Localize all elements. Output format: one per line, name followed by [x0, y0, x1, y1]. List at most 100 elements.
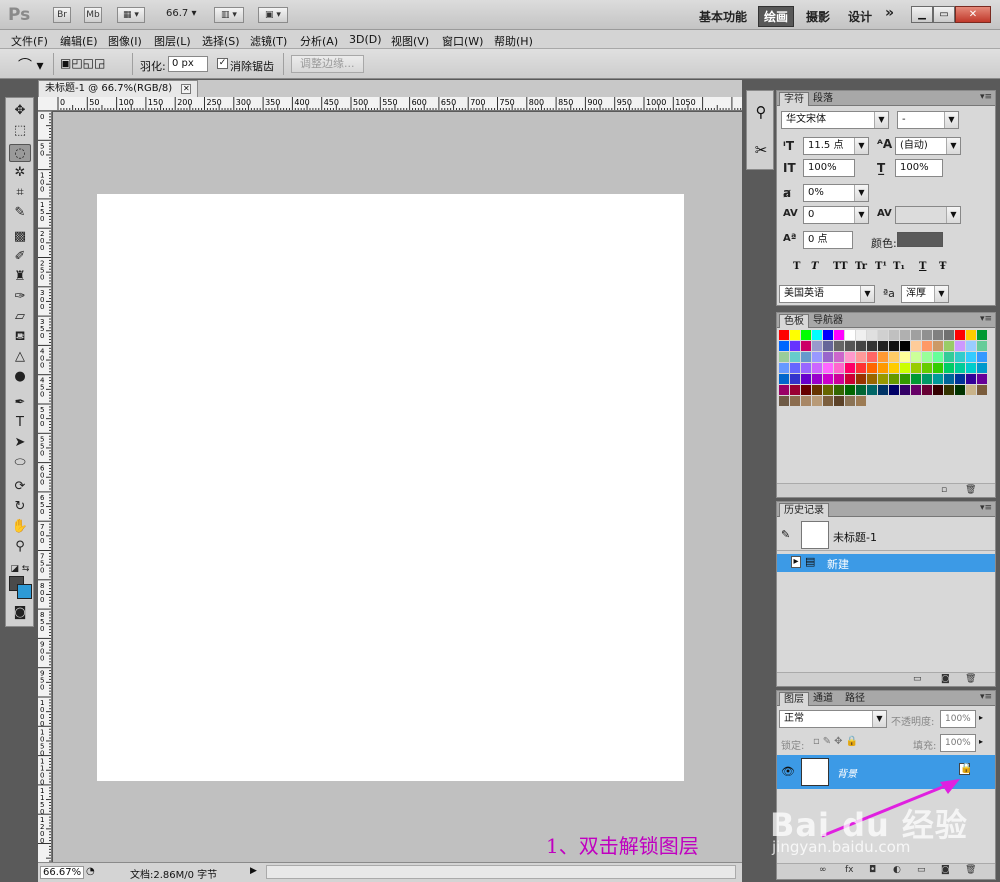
- color-swatch[interactable]: [779, 396, 789, 406]
- dodge-tool-icon[interactable]: ●: [9, 368, 31, 386]
- color-swatch[interactable]: [779, 330, 789, 340]
- color-swatch[interactable]: [812, 396, 822, 406]
- color-swatch[interactable]: [779, 341, 789, 351]
- color-swatch[interactable]: [944, 330, 954, 340]
- color-swatch[interactable]: [790, 385, 800, 395]
- adjustment-layer-icon[interactable]: ◐: [893, 865, 901, 875]
- blur-tool-icon[interactable]: △: [9, 348, 31, 366]
- menu-edit[interactable]: 编辑(E): [60, 33, 98, 49]
- quick-mask-icon[interactable]: ◙: [9, 604, 31, 622]
- color-swatch[interactable]: [933, 385, 943, 395]
- color-swatch[interactable]: [955, 385, 965, 395]
- color-swatch[interactable]: [779, 374, 789, 384]
- color-swatch[interactable]: [856, 385, 866, 395]
- tab-layers[interactable]: 图层: [779, 692, 809, 706]
- color-swatch[interactable]: [889, 330, 899, 340]
- fill-input[interactable]: 100%: [940, 734, 976, 752]
- color-swatch[interactable]: [845, 396, 855, 406]
- crop-tool-icon[interactable]: ⌗: [9, 184, 31, 202]
- color-swatch[interactable]: [922, 374, 932, 384]
- document-canvas[interactable]: [97, 194, 684, 781]
- color-swatch[interactable]: [856, 330, 866, 340]
- color-swatch[interactable]: [878, 341, 888, 351]
- color-swatch[interactable]: [900, 330, 910, 340]
- color-swatch[interactable]: [922, 341, 932, 351]
- history-brush-tool-icon[interactable]: ✑: [9, 288, 31, 306]
- layer-mask-icon[interactable]: ◘: [869, 865, 876, 875]
- color-swatch[interactable]: [966, 374, 976, 384]
- color-swatch[interactable]: [801, 341, 811, 351]
- color-swatch[interactable]: [966, 385, 976, 395]
- color-swatch[interactable]: [867, 330, 877, 340]
- 3d-rotate-tool-icon[interactable]: ⟳: [9, 478, 31, 496]
- close-button[interactable]: ✕: [955, 6, 991, 23]
- all-caps-button[interactable]: TT: [833, 261, 848, 272]
- vertical-scale-input[interactable]: 100%: [803, 159, 855, 177]
- color-swatch[interactable]: [834, 374, 844, 384]
- color-swatch[interactable]: [944, 363, 954, 373]
- baseline-shift-input[interactable]: 0 点: [803, 231, 853, 249]
- color-swatch[interactable]: [834, 341, 844, 351]
- color-swatch[interactable]: [823, 330, 833, 340]
- link-layers-icon[interactable]: ∞: [819, 865, 827, 875]
- font-family-select[interactable]: 华文宋体 ▼: [781, 111, 889, 129]
- color-swatch[interactable]: [867, 385, 877, 395]
- document-tab[interactable]: 未标题-1 @ 66.7%(RGB/8) ✕: [38, 80, 199, 97]
- color-swatch[interactable]: [823, 363, 833, 373]
- paint-bucket-tool-icon[interactable]: ⛾: [9, 328, 31, 346]
- color-swatch[interactable]: [790, 374, 800, 384]
- color-swatch[interactable]: [966, 363, 976, 373]
- background-color-swatch[interactable]: [17, 584, 32, 599]
- color-swatch[interactable]: [911, 352, 921, 362]
- color-swatch[interactable]: [867, 341, 877, 351]
- color-swatch[interactable]: [845, 374, 855, 384]
- eraser-tool-icon[interactable]: ▱: [9, 308, 31, 326]
- menu-window[interactable]: 窗口(W): [442, 33, 483, 49]
- workspace-design[interactable]: 设计: [848, 8, 872, 25]
- menu-view[interactable]: 视图(V): [391, 33, 429, 49]
- lock-buttons[interactable]: ▫✎✥🔒: [813, 736, 861, 747]
- color-swatch[interactable]: [878, 385, 888, 395]
- color-swatch[interactable]: [911, 330, 921, 340]
- horizontal-scrollbar[interactable]: [266, 865, 736, 879]
- workspace-painting[interactable]: 绘画: [758, 6, 795, 27]
- color-swatch[interactable]: [834, 330, 844, 340]
- color-swatch[interactable]: [977, 374, 987, 384]
- color-swatch[interactable]: [933, 330, 943, 340]
- color-swatch[interactable]: [977, 352, 987, 362]
- color-swatch[interactable]: [823, 385, 833, 395]
- ellipse-tool-icon[interactable]: ⬭: [9, 454, 31, 472]
- zoom-level-dropdown[interactable]: 66.7 ▾: [166, 8, 196, 19]
- font-style-select[interactable]: - ▼: [897, 111, 959, 129]
- canvas-workspace[interactable]: [53, 112, 742, 862]
- color-swatch[interactable]: [966, 330, 976, 340]
- opacity-slider-icon[interactable]: ▸: [979, 713, 983, 722]
- leading-select[interactable]: (自动) ▼: [895, 137, 961, 155]
- color-swatch[interactable]: [801, 363, 811, 373]
- kerning-select[interactable]: 0 ▼: [803, 206, 869, 224]
- color-swatch[interactable]: [878, 363, 888, 373]
- refine-edge-button[interactable]: 调整边缘...: [291, 55, 364, 73]
- faux-italic-button[interactable]: T: [811, 261, 818, 272]
- color-swatch[interactable]: [845, 385, 855, 395]
- lasso-preset-icon[interactable]: ⌒ ▾: [18, 55, 43, 75]
- color-swatch[interactable]: [801, 352, 811, 362]
- mini-bridge-button[interactable]: Mb: [84, 7, 102, 23]
- color-swatch[interactable]: [856, 363, 866, 373]
- color-swatch[interactable]: [977, 363, 987, 373]
- color-swatch[interactable]: [856, 352, 866, 362]
- color-swatch[interactable]: [845, 341, 855, 351]
- tab-navigator[interactable]: 导航器: [809, 314, 847, 328]
- color-swatch[interactable]: [933, 352, 943, 362]
- antialias-checkbox[interactable]: ✓: [217, 58, 228, 69]
- color-swatch[interactable]: [966, 352, 976, 362]
- panel-menu-icon[interactable]: ▾≡: [980, 314, 992, 324]
- color-swatch[interactable]: [823, 352, 833, 362]
- color-swatch[interactable]: [790, 330, 800, 340]
- color-swatch[interactable]: [801, 385, 811, 395]
- fill-slider-icon[interactable]: ▸: [979, 737, 983, 746]
- clone-stamp-tool-icon[interactable]: ♜: [9, 268, 31, 286]
- brush-presets-icon[interactable]: ⚲: [751, 101, 771, 123]
- color-swatch[interactable]: [955, 363, 965, 373]
- status-info-icon[interactable]: ◔: [86, 866, 95, 877]
